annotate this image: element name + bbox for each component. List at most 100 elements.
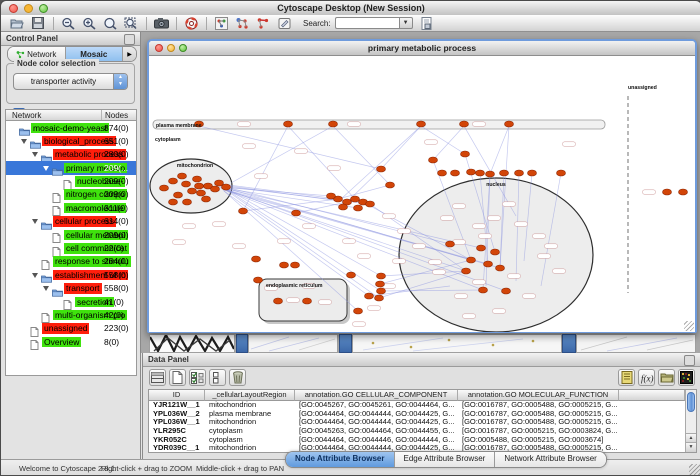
cell-cellular-component[interactable]: [GO:0045263, GO:0044464, GO:0044455, G..… xyxy=(295,427,458,436)
search-input[interactable] xyxy=(335,17,399,29)
tree-row-overview[interactable]: Overview8(0) xyxy=(6,335,136,348)
tree-row-macromolecule[interactable]: macromolecule311(0) xyxy=(6,201,136,214)
tree-header-nodes[interactable]: Nodes xyxy=(105,111,128,120)
network-view-window[interactable]: primary metabolic process plasma membran… xyxy=(147,39,697,333)
tab-edge-attribute-browser[interactable]: Edge Attribute Browser xyxy=(395,452,496,467)
network-node[interactable] xyxy=(292,210,301,216)
network-canvas[interactable]: plasma membranecytoplasmmitochondrionnuc… xyxy=(149,56,695,332)
network-node[interactable] xyxy=(461,151,470,157)
network-node[interactable] xyxy=(274,298,283,304)
network-edge[interactable] xyxy=(381,126,421,169)
select-attributes-icon[interactable] xyxy=(189,369,206,386)
network-node[interactable] xyxy=(174,192,183,198)
network-node[interactable] xyxy=(303,298,312,304)
report-icon[interactable] xyxy=(618,369,635,386)
dropdown-stepper-icon[interactable]: ▲▼ xyxy=(113,74,127,89)
network-node[interactable] xyxy=(515,170,524,176)
cell-cellular-component[interactable]: [GO:0044464, GO:0044446, GO:0044444, G..… xyxy=(295,436,458,445)
scrollbar-thumb[interactable] xyxy=(687,392,695,412)
window-edge-fragment[interactable] xyxy=(562,334,576,353)
zoom-in-icon[interactable] xyxy=(81,16,97,31)
network-window-titlebar[interactable]: primary metabolic process xyxy=(149,41,695,56)
tree-row-response-to-stimulu[interactable]: response to stimulu264(0) xyxy=(6,255,136,268)
expand-triangle-icon[interactable] xyxy=(21,139,27,144)
column-header-2[interactable]: _cellularLayoutRegion xyxy=(205,390,295,401)
tree-row-secretion[interactable]: secretion41(0) xyxy=(6,295,136,308)
cell-region[interactable]: cytoplasm xyxy=(205,436,295,445)
table-row-YKR052C[interactable]: YKR052Ccytoplasm[GO:0044464, GO:0044446,… xyxy=(149,436,685,445)
zoom-out-icon[interactable] xyxy=(60,16,76,31)
resize-grip-icon[interactable] xyxy=(689,464,700,475)
network-node[interactable] xyxy=(169,199,178,205)
cell-region[interactable]: cytoplasm xyxy=(205,427,295,436)
network-node[interactable] xyxy=(347,272,356,278)
cell-cellular-component[interactable]: [GO:0045267, GO:0045261, GO:0044464, G..… xyxy=(295,401,458,410)
tree-row-unassigned[interactable]: unassigned223(0) xyxy=(6,322,136,335)
network-edge[interactable] xyxy=(288,126,355,199)
delete-attribute-icon[interactable] xyxy=(229,369,246,386)
network-node[interactable] xyxy=(291,262,300,268)
cell-region[interactable]: mitochondrion xyxy=(205,401,295,410)
attribute-table-icon[interactable] xyxy=(149,369,166,386)
tree-row-cell-communicat[interactable]: cell communicat22(0) xyxy=(6,242,136,255)
tree-row-mosaic-demo-yeast[interactable]: mosaic-demo-yeast874(0) xyxy=(6,121,136,134)
network-node[interactable] xyxy=(366,201,375,207)
network-node[interactable] xyxy=(502,288,511,294)
network-node[interactable] xyxy=(557,170,566,176)
network-node[interactable] xyxy=(505,121,514,127)
zoom-fit-icon[interactable] xyxy=(123,16,139,31)
cell-molecular-function[interactable]: [GO:0016787, GO:0005488, GO:0005215, G..… xyxy=(458,418,619,427)
network-node[interactable] xyxy=(446,241,455,247)
more-tabs-arrow-icon[interactable]: ▶ xyxy=(123,47,136,61)
network-node[interactable] xyxy=(280,262,289,268)
cell-id[interactable]: YJR121W__1 xyxy=(149,401,205,410)
network-node[interactable] xyxy=(375,295,384,301)
network-node[interactable] xyxy=(377,166,386,172)
network-node[interactable] xyxy=(284,121,293,127)
cell-molecular-function[interactable]: [GO:0005488, GO:0005215, GO:0003674] xyxy=(458,436,619,445)
network-node[interactable] xyxy=(354,205,363,211)
network-node[interactable] xyxy=(451,170,460,176)
select-edges-icon[interactable] xyxy=(255,16,271,31)
network-edge[interactable] xyxy=(219,187,331,196)
search-dropdown-arrow-icon[interactable]: ▼ xyxy=(399,17,413,29)
float-panel-icon[interactable] xyxy=(684,355,695,366)
network-node[interactable] xyxy=(491,249,500,255)
tree-row-transport[interactable]: transport558(0) xyxy=(6,282,136,295)
tree-row-nitrogen-compo[interactable]: nitrogen compo209(0) xyxy=(6,188,136,201)
table-row-YPL036W__1[interactable]: YPL036W__1mitochondrion[GO:0044464, GO:0… xyxy=(149,418,685,427)
cell-cellular-component[interactable]: [GO:0044464, GO:0044444, GO:0044425, G..… xyxy=(295,418,458,427)
network-node[interactable] xyxy=(351,196,360,202)
resize-grip-icon[interactable] xyxy=(684,321,694,331)
cell-cellular-component[interactable]: [GO:0044464, GO:0044444, GO:0044425, G..… xyxy=(295,410,458,419)
table-row-YJR121W__1[interactable]: YJR121W__1mitochondrion[GO:0045267, GO:0… xyxy=(149,401,685,410)
expand-triangle-icon[interactable] xyxy=(43,286,49,291)
network-node[interactable] xyxy=(169,178,178,184)
network-node[interactable] xyxy=(183,199,192,205)
network-node[interactable] xyxy=(460,121,469,127)
cell-region[interactable]: mitochondrion xyxy=(205,418,295,427)
function-builder-icon[interactable]: f(x) xyxy=(638,369,655,386)
annotation-icon[interactable] xyxy=(276,16,292,31)
cell-region[interactable]: mitochondrion xyxy=(205,444,295,453)
network-node[interactable] xyxy=(679,189,688,195)
cell-region[interactable]: plasma membrane xyxy=(205,410,295,419)
network-node[interactable] xyxy=(327,193,336,199)
network-node[interactable] xyxy=(476,170,485,176)
tab-network-attribute-browser[interactable]: Network Attribute Browser xyxy=(495,452,605,467)
network-node[interactable] xyxy=(462,268,471,274)
column-header-4[interactable]: annotation.GO MOLECULAR_FUNCTION xyxy=(458,390,619,401)
window-fragment[interactable] xyxy=(248,334,338,353)
network-node[interactable] xyxy=(182,181,191,187)
network-node[interactable] xyxy=(178,173,187,179)
open-file-icon[interactable] xyxy=(9,16,25,31)
network-node[interactable] xyxy=(222,184,231,190)
cell-molecular-function[interactable]: [GO:0016787, GO:0005488, GO:0005215, G..… xyxy=(458,401,619,410)
network-node[interactable] xyxy=(386,182,395,188)
network-node[interactable] xyxy=(496,265,505,271)
table-scrollbar[interactable]: ▲ ▼ xyxy=(685,390,696,452)
network-node[interactable] xyxy=(484,261,493,267)
float-panel-icon[interactable] xyxy=(124,34,135,45)
network-node[interactable] xyxy=(354,308,363,314)
cell-id[interactable]: YKR052C xyxy=(149,436,205,445)
